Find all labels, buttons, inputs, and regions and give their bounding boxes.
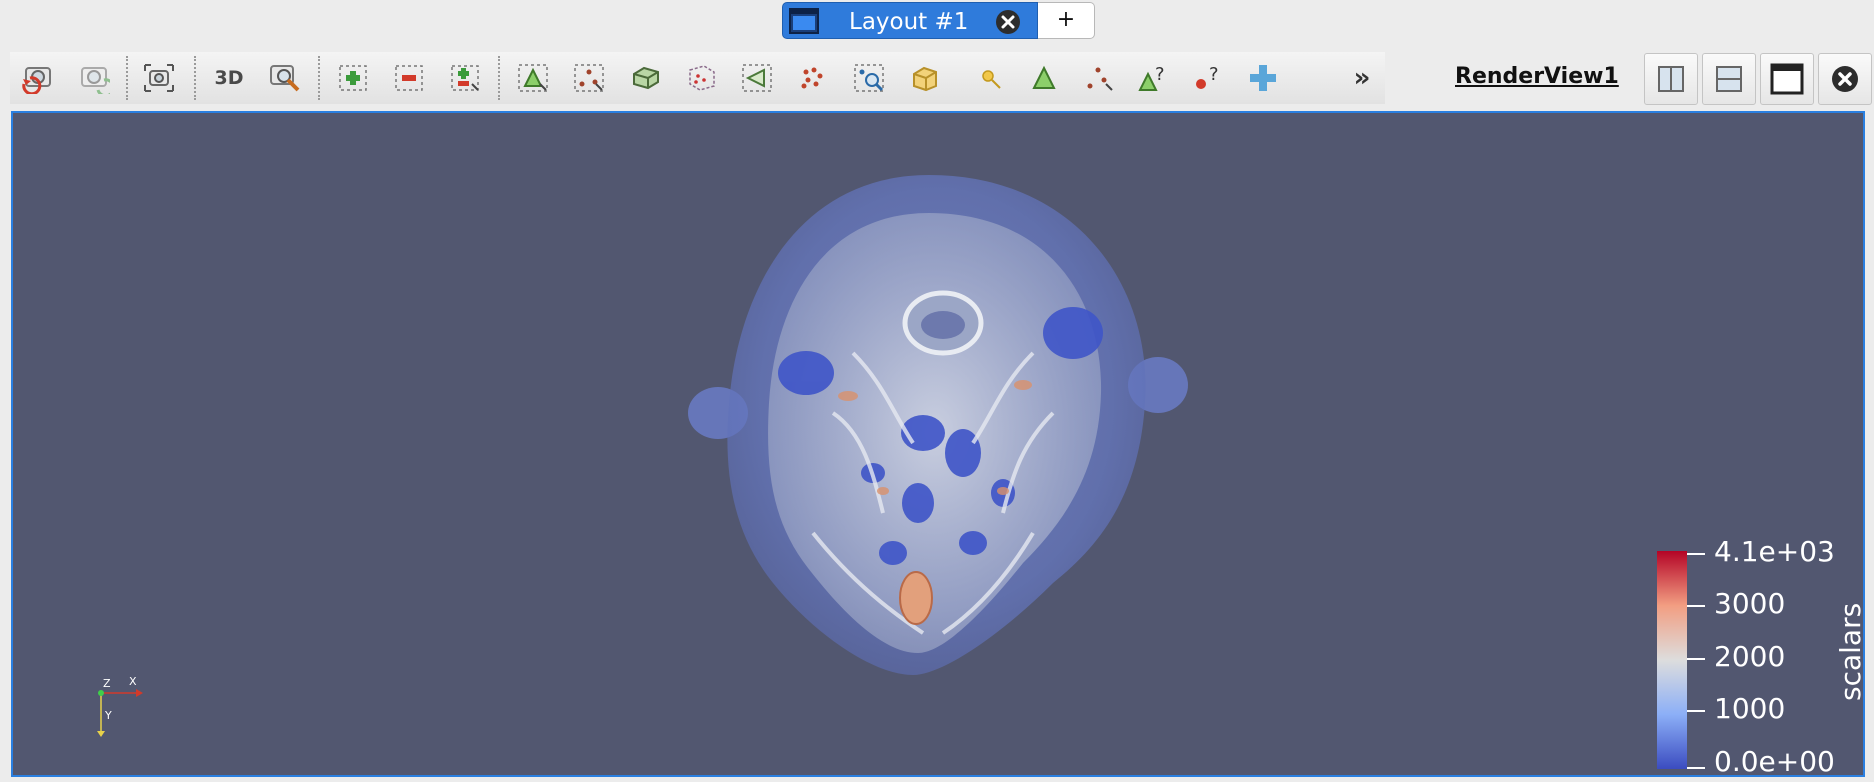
hover-cells-icon[interactable] [1026, 60, 1064, 96]
tab-close-icon[interactable] [995, 9, 1021, 35]
split-vertical-icon [1716, 66, 1742, 92]
layout-tab-bar: Layout #1 + [0, 0, 1874, 48]
toolbar-separator [498, 56, 500, 100]
axis-y-label: Y [105, 709, 112, 722]
toggle-3d-label: 3D [214, 67, 244, 89]
layout-window-icon [789, 8, 819, 34]
view-toolbar: 3D ? ? » [10, 52, 1385, 104]
svg-text:?: ? [1155, 64, 1165, 85]
axis-z-label: Z [103, 677, 111, 690]
add-selection-icon[interactable] [446, 60, 484, 96]
color-legend-label: 1000 [1714, 692, 1786, 725]
tab-layout-label: Layout #1 [849, 9, 969, 35]
reset-camera-closest-icon[interactable] [74, 60, 112, 96]
render-view-canvas[interactable]: 4.1e+03 3000 2000 1000 0.0e+00 scalars Z… [11, 111, 1865, 777]
interactive-select-points-icon[interactable] [850, 60, 888, 96]
select-cells-triangle-icon[interactable] [514, 60, 552, 96]
remove-selection-icon[interactable] [390, 60, 428, 96]
tab-layout-1[interactable]: Layout #1 [782, 2, 1038, 39]
query-points-icon[interactable]: ? [1190, 60, 1228, 96]
axis-x-label: X [129, 675, 137, 688]
select-cells-on-icon[interactable] [334, 60, 372, 96]
color-legend: 4.1e+03 3000 2000 1000 0.0e+00 [1647, 535, 1863, 777]
svg-text:?: ? [1209, 64, 1219, 85]
select-points-frustum-icon[interactable] [738, 60, 776, 96]
color-legend-gradient [1657, 551, 1687, 769]
color-legend-tick [1687, 605, 1705, 607]
toolbar-separator [318, 56, 320, 100]
maximize-icon [1770, 63, 1804, 95]
color-legend-tick [1687, 553, 1705, 555]
split-horizontal-icon [1658, 66, 1684, 92]
color-legend-min-label: 0.0e+00 [1714, 745, 1835, 777]
select-cells-frustum-icon[interactable] [682, 60, 720, 96]
color-legend-tick [1687, 767, 1705, 769]
zoom-to-box-icon[interactable] [266, 60, 304, 96]
add-layout-tab-button[interactable]: + [1038, 2, 1095, 39]
close-view-icon [1832, 66, 1858, 92]
toggle-3d-button[interactable]: 3D [210, 60, 248, 96]
add-plus-icon[interactable] [1244, 60, 1282, 96]
maximize-button[interactable] [1760, 53, 1814, 105]
select-points-polygon-icon[interactable] [794, 60, 832, 96]
select-points-polyline-icon[interactable] [1080, 60, 1118, 96]
grow-selection-icon[interactable]: ? [1134, 60, 1172, 96]
select-points-icon[interactable] [570, 60, 608, 96]
more-tools-icon: » [1353, 63, 1371, 93]
color-legend-label: 2000 [1714, 640, 1786, 673]
toolbar-separator [126, 56, 128, 100]
color-legend-max-label: 4.1e+03 [1714, 535, 1835, 568]
view-title[interactable]: RenderView1 [1455, 64, 1625, 89]
close-view-button[interactable] [1818, 53, 1872, 105]
more-tools-button[interactable]: » [1340, 60, 1378, 96]
screenshot-icon[interactable] [140, 60, 178, 96]
color-legend-label: 3000 [1714, 587, 1786, 620]
orientation-axes: Z X Y [91, 673, 161, 747]
color-legend-title: scalars [1834, 602, 1865, 701]
color-legend-tick [1687, 658, 1705, 660]
color-legend-tick [1687, 710, 1705, 712]
split-vertical-button[interactable] [1702, 53, 1756, 105]
split-horizontal-button[interactable] [1644, 53, 1698, 105]
toolbar-separator [194, 56, 196, 100]
volume-rendering-head [688, 175, 1188, 675]
select-block-cube-icon[interactable] [906, 60, 944, 96]
select-block-icon[interactable] [626, 60, 664, 96]
reset-camera-icon[interactable] [18, 60, 56, 96]
hover-points-icon[interactable] [972, 60, 1010, 96]
